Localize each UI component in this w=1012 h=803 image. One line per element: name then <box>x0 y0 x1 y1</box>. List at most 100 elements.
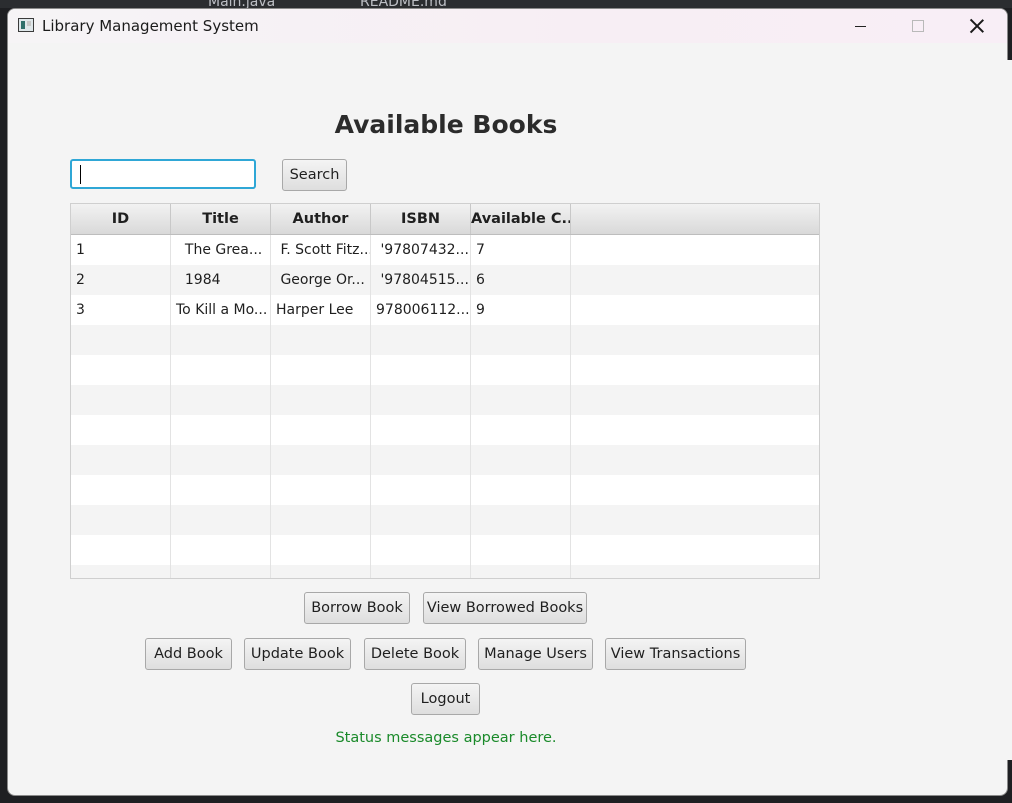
table-cell: 2 <box>71 265 171 295</box>
table-cell <box>271 505 371 535</box>
table-cell <box>171 415 271 445</box>
table-cell <box>271 565 371 578</box>
table-cell <box>371 535 471 565</box>
table-cell <box>571 265 819 295</box>
table-cell <box>71 415 171 445</box>
table-cell <box>171 565 271 578</box>
table-cell: 1 <box>71 235 171 265</box>
title-bar: Library Management System <box>8 9 1007 43</box>
table-cell <box>571 355 819 385</box>
table-row[interactable] <box>71 475 819 505</box>
window-title: Library Management System <box>42 17 259 35</box>
table-row[interactable] <box>71 355 819 385</box>
table-cell <box>71 355 171 385</box>
table-cell <box>571 565 819 578</box>
table-cell <box>571 385 819 415</box>
update-book-button[interactable]: Update Book <box>244 638 351 670</box>
table-cell <box>371 565 471 578</box>
status-message: Status messages appear here. <box>335 730 557 746</box>
column-header-author[interactable]: Author <box>271 204 371 234</box>
table-cell <box>471 475 571 505</box>
minimize-button[interactable] <box>837 9 883 43</box>
table-cell: The Grea... <box>171 235 271 265</box>
table-row[interactable]: 1 The Grea... F. Scott Fitz... '97807432… <box>71 235 819 265</box>
table-cell: '97804515... <box>371 265 471 295</box>
table-row[interactable] <box>71 505 819 535</box>
table-cell: George Or... <box>271 265 371 295</box>
table-row[interactable] <box>71 385 819 415</box>
add-book-button[interactable]: Add Book <box>145 638 232 670</box>
delete-book-button[interactable]: Delete Book <box>364 638 466 670</box>
table-cell <box>271 475 371 505</box>
table-cell <box>371 475 471 505</box>
table-cell <box>71 385 171 415</box>
table-cell <box>471 535 571 565</box>
table-cell: 1984 <box>171 265 271 295</box>
table-cell: 7 <box>471 235 571 265</box>
column-header-title[interactable]: Title <box>171 204 271 234</box>
table-body: 1 The Grea... F. Scott Fitz... '97807432… <box>71 235 819 578</box>
books-table[interactable]: ID Title Author ISBN Available C... 1 Th… <box>70 203 820 579</box>
app-icon <box>18 18 34 32</box>
table-cell <box>271 385 371 415</box>
table-cell <box>571 505 819 535</box>
background-editor-tabbar <box>0 0 1012 8</box>
maximize-icon <box>912 20 924 32</box>
table-cell <box>471 325 571 355</box>
table-cell <box>571 325 819 355</box>
table-cell <box>371 355 471 385</box>
table-cell <box>471 565 571 578</box>
table-cell <box>371 415 471 445</box>
table-row[interactable] <box>71 565 819 578</box>
table-row[interactable] <box>71 535 819 565</box>
table-cell <box>171 475 271 505</box>
table-cell <box>171 325 271 355</box>
borrow-book-button[interactable]: Borrow Book <box>304 592 410 624</box>
search-input[interactable] <box>70 159 256 189</box>
table-row[interactable]: 3 To Kill a Mo... Harper Lee 978006112... 9 <box>71 295 819 325</box>
table-row[interactable]: 2 1984 George Or... '97804515... 6 <box>71 265 819 295</box>
table-cell <box>471 445 571 475</box>
table-cell: 6 <box>471 265 571 295</box>
close-icon <box>970 19 984 33</box>
table-row[interactable] <box>71 445 819 475</box>
table-cell <box>371 505 471 535</box>
column-header-filler <box>571 204 819 234</box>
table-cell <box>271 415 371 445</box>
table-cell <box>571 295 819 325</box>
maximize-button[interactable] <box>895 9 941 43</box>
view-borrowed-books-button[interactable]: View Borrowed Books <box>423 592 587 624</box>
table-cell <box>371 445 471 475</box>
column-header-available-copies[interactable]: Available C... <box>471 204 571 234</box>
background-editor-edge <box>1006 60 1012 760</box>
table-header: ID Title Author ISBN Available C... <box>71 204 819 235</box>
table-cell: Harper Lee <box>271 295 371 325</box>
text-cursor <box>80 165 81 184</box>
table-cell <box>171 535 271 565</box>
table-cell <box>171 385 271 415</box>
app-window: Library Management System Available Book… <box>7 8 1008 796</box>
table-row[interactable] <box>71 415 819 445</box>
table-cell <box>471 415 571 445</box>
table-cell <box>171 505 271 535</box>
logout-button[interactable]: Logout <box>411 683 480 715</box>
table-cell <box>571 235 819 265</box>
table-cell: '97807432... <box>371 235 471 265</box>
table-cell <box>271 325 371 355</box>
table-row[interactable] <box>71 325 819 355</box>
view-transactions-button[interactable]: View Transactions <box>605 638 746 670</box>
table-cell <box>271 535 371 565</box>
table-cell <box>571 475 819 505</box>
column-header-isbn[interactable]: ISBN <box>371 204 471 234</box>
table-cell <box>71 475 171 505</box>
column-header-id[interactable]: ID <box>71 204 171 234</box>
table-cell <box>271 445 371 475</box>
search-button[interactable]: Search <box>282 159 347 191</box>
minimize-icon <box>854 25 866 27</box>
table-cell <box>71 565 171 578</box>
table-cell: 3 <box>71 295 171 325</box>
close-button[interactable] <box>954 9 1000 43</box>
table-cell <box>71 445 171 475</box>
manage-users-button[interactable]: Manage Users <box>478 638 593 670</box>
table-cell <box>371 385 471 415</box>
